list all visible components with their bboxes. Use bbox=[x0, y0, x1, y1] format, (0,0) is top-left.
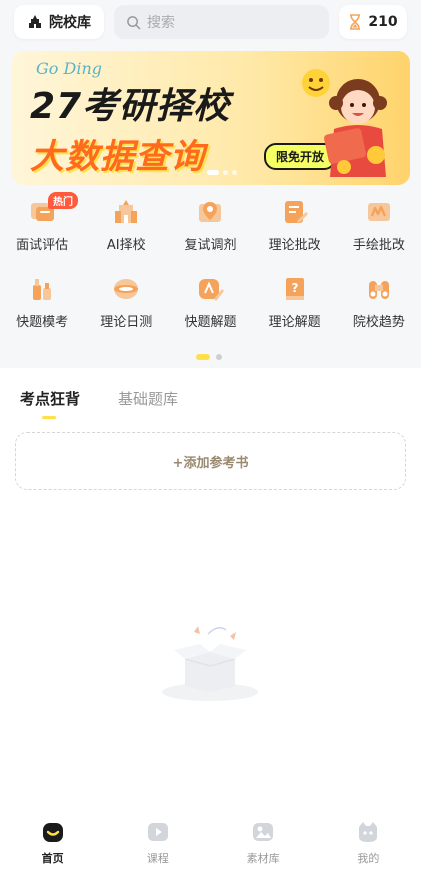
home-icon bbox=[42, 823, 63, 842]
school-icon bbox=[115, 200, 138, 223]
svg-text:?: ? bbox=[291, 281, 298, 295]
feature-label: 手绘批改 bbox=[352, 238, 405, 253]
tab-key-points[interactable]: 考点狂背 bbox=[20, 388, 80, 419]
bottom-tab-bar: 首页 课程 素材库 我的 bbox=[0, 808, 421, 874]
lens-icon bbox=[114, 279, 139, 299]
tab-question-bank[interactable]: 基础题库 bbox=[118, 388, 178, 409]
pager-dot bbox=[216, 354, 222, 360]
empty-box-illustration bbox=[162, 626, 258, 701]
tabbar-label: 课程 bbox=[146, 852, 169, 865]
tabbar-label: 我的 bbox=[357, 852, 380, 865]
top-bar: 院校库 搜索 210 bbox=[0, 0, 421, 44]
sketch-icon bbox=[367, 203, 390, 221]
hourglass-icon bbox=[350, 14, 361, 30]
feature-label: AI择校 bbox=[106, 238, 146, 253]
feature-label: 院校趋势 bbox=[352, 315, 405, 330]
tabbar-item-materials[interactable]: 素材库 bbox=[211, 808, 316, 874]
feature-theory-correction[interactable]: 理论批改 bbox=[253, 198, 337, 253]
school-library-icon bbox=[29, 15, 41, 28]
hot-badge: 热门 bbox=[48, 192, 78, 209]
feature-pager bbox=[196, 354, 222, 360]
tabbar-item-course[interactable]: 课程 bbox=[105, 808, 210, 874]
feature-theory-solve[interactable]: ? 理论解题 bbox=[253, 275, 337, 330]
feature-label: 面试评估 bbox=[16, 238, 69, 253]
feature-sketch-correction[interactable]: 手绘批改 bbox=[337, 198, 421, 253]
feature-grid: 热门 面试评估 AI择校 复试调剂 理论批改 手绘批改 快题模考 理论日测 快题… bbox=[0, 192, 421, 330]
gallery-icon bbox=[253, 823, 274, 841]
tabbar-label: 首页 bbox=[41, 852, 64, 865]
banner-pager bbox=[207, 170, 237, 175]
feature-label: 理论日测 bbox=[100, 315, 153, 330]
feature-label: 理论批改 bbox=[268, 238, 321, 253]
promo-banner[interactable]: Go Ding 27考研择校 大数据查询 限免开放 bbox=[12, 51, 410, 185]
question-book-icon: ? bbox=[285, 278, 304, 300]
banner-title-line1: 27考研择校 bbox=[30, 86, 231, 127]
banner-script-text: Go Ding bbox=[36, 59, 102, 78]
school-library-button[interactable]: 院校库 bbox=[14, 5, 104, 39]
brush-icon bbox=[199, 279, 225, 301]
feature-theory-daily[interactable]: 理论日测 bbox=[84, 275, 168, 330]
search-icon bbox=[127, 15, 141, 29]
feature-interview-eval[interactable]: 热门 面试评估 bbox=[0, 192, 84, 253]
banner-girl-illustration bbox=[302, 69, 387, 177]
bottles-icon bbox=[33, 279, 52, 300]
feature-label: 快题解题 bbox=[184, 315, 237, 330]
tabbar-item-home[interactable]: 首页 bbox=[0, 808, 105, 874]
binoculars-icon bbox=[368, 281, 389, 299]
tabbar-item-profile[interactable]: 我的 bbox=[316, 808, 421, 874]
timer-count: 210 bbox=[368, 14, 398, 30]
content-tabs: 考点狂背 基础题库 bbox=[20, 388, 178, 419]
feature-label: 理论解题 bbox=[268, 315, 321, 330]
map-pin-icon bbox=[199, 202, 222, 222]
feature-ai-school[interactable]: AI择校 bbox=[84, 198, 168, 253]
profile-icon bbox=[359, 822, 378, 842]
search-input[interactable]: 搜索 bbox=[114, 5, 329, 39]
add-reference-book-button[interactable]: +添加参考书 bbox=[15, 432, 406, 490]
feature-quick-mock[interactable]: 快题模考 bbox=[0, 275, 84, 330]
feature-label: 复试调剂 bbox=[184, 238, 237, 253]
banner-title-line2: 大数据查询 bbox=[30, 137, 205, 177]
feature-quick-solve[interactable]: 快题解题 bbox=[168, 275, 252, 330]
feature-school-trend[interactable]: 院校趋势 bbox=[337, 275, 421, 330]
tabbar-label: 素材库 bbox=[246, 852, 280, 865]
study-content: 考点狂背 基础题库 +添加参考书 bbox=[0, 368, 421, 808]
course-icon bbox=[147, 823, 168, 841]
feature-retest-adjust[interactable]: 复试调剂 bbox=[168, 198, 252, 253]
pager-dot-active bbox=[196, 354, 210, 360]
feature-label: 快题模考 bbox=[16, 315, 69, 330]
edit-doc-icon bbox=[284, 201, 308, 223]
timer-button[interactable]: 210 bbox=[339, 5, 407, 39]
school-library-label: 院校库 bbox=[49, 15, 91, 31]
search-placeholder: 搜索 bbox=[147, 15, 175, 31]
